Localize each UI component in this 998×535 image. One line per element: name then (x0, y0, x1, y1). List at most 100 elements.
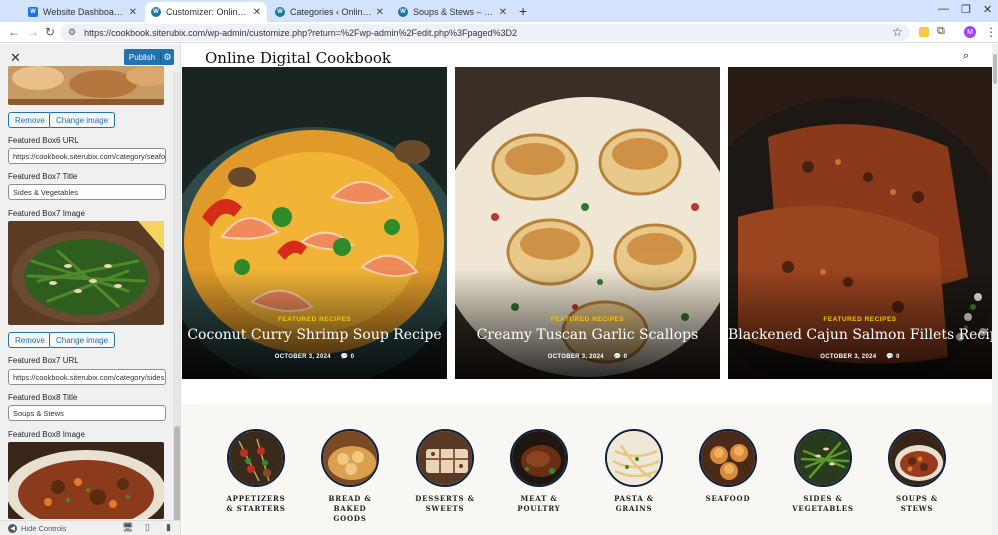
category-item-bread[interactable]: BREAD & BAKED GOODS (310, 429, 390, 524)
category-name[interactable]: SEAFOOD (688, 494, 768, 504)
hide-controls-button[interactable]: ◀ Hide Controls (8, 523, 67, 533)
close-tab-icon[interactable]: ✕ (376, 7, 384, 18)
category-name-line: GOODS (333, 514, 367, 523)
browser-tab-categories[interactable]: W Categories ‹ Online Digital Co ✕ (269, 2, 390, 22)
menu-kebab-icon[interactable]: ⋮ (985, 25, 997, 39)
post-meta: OCTOBER 3, 2024 💬 0 (728, 353, 992, 360)
box6-change-image-button[interactable]: Change image (49, 112, 116, 128)
url-text: https://cookbook.siterubix.com/wp-admin/… (84, 27, 518, 38)
category-name-line: APPETIZERS (226, 494, 286, 503)
category-grid: APPETIZERS & STARTERS BREAD & BAKED GOODS D… (182, 404, 992, 535)
category-name[interactable]: BREAD & BAKED GOODS (310, 494, 390, 524)
back-icon[interactable]: ← (8, 25, 20, 39)
close-tab-icon[interactable]: ✕ (253, 7, 261, 18)
site-title[interactable]: Online Digital Cookbook (205, 49, 391, 67)
category-item-appetizers[interactable]: APPETIZERS & STARTERS (216, 429, 296, 514)
minimize-icon[interactable]: — (938, 3, 949, 15)
wordpress-icon: W (398, 7, 408, 17)
desktop-preview-icon[interactable]: 🖥 (122, 522, 133, 533)
box8-title-label: Featured Box8 Title (8, 393, 78, 402)
box6-remove-button[interactable]: Remove (8, 112, 52, 128)
category-item-seafood[interactable]: SEAFOOD (688, 429, 768, 504)
category-item-pasta[interactable]: PASTA & GRAINS (594, 429, 674, 514)
browser-tab-customizer[interactable]: W Customizer: Online Digital Cook ✕ (145, 2, 267, 22)
category-name[interactable]: DESSERTS & SWEETS (405, 494, 485, 514)
close-tab-icon[interactable]: ✕ (499, 7, 507, 18)
box7-change-image-button[interactable]: Change image (49, 332, 116, 348)
category-item-soups[interactable]: SOUPS & STEWS (877, 429, 957, 514)
post-title[interactable]: Blackened Cajun Salmon Fillets Recipe (728, 327, 992, 343)
box8-image-label: Featured Box8 Image (8, 430, 85, 439)
category-name[interactable]: MEAT & POULTRY (499, 494, 579, 514)
browser-tab-dashboard[interactable]: W Website Dashboard - Wealthy ✕ (22, 2, 143, 22)
extension-icon[interactable] (919, 27, 929, 37)
post-title[interactable]: Coconut Curry Shrimp Soup Recipe (182, 327, 447, 343)
category-name-line: SEAFOOD (705, 494, 751, 503)
comment-icon: 💬 (886, 354, 895, 360)
preview-scrollbar[interactable] (992, 44, 998, 535)
category-name[interactable]: SOUPS & STEWS (877, 494, 957, 514)
profile-avatar[interactable]: M (964, 26, 976, 38)
close-window-icon[interactable]: ✕ (983, 3, 992, 16)
featured-post-card[interactable]: FEATURED RECIPES Coconut Curry Shrimp So… (182, 67, 447, 379)
new-tab-icon[interactable]: + (519, 3, 527, 19)
category-image[interactable] (321, 429, 379, 487)
box8-title-input[interactable]: Soups & Stews (8, 405, 166, 421)
tab-title: Categories ‹ Online Digital Co (290, 7, 372, 17)
box6-url-input[interactable]: https://cookbook.siterubix.com/category/… (8, 148, 166, 164)
category-name-line: PASTA & (614, 494, 654, 503)
category-name[interactable]: SIDES & VEGETABLES (783, 494, 863, 514)
tablet-preview-icon[interactable]: ▯ (145, 522, 150, 533)
post-date: OCTOBER 3, 2024 (820, 354, 877, 360)
box7-image-label: Featured Box7 Image (8, 209, 85, 218)
search-icon[interactable]: ⌕ (963, 50, 969, 63)
publish-button[interactable]: Publish ⚙ (124, 49, 174, 65)
browser-tab-soups[interactable]: W Soups & Stews – Online Digital ✕ (392, 2, 513, 22)
box7-remove-button[interactable]: Remove (8, 332, 52, 348)
restore-icon[interactable]: ❐ (961, 3, 971, 16)
extensions-puzzle-icon[interactable]: ⧉ (937, 25, 945, 38)
category-image[interactable] (699, 429, 757, 487)
category-name-line: STEWS (900, 504, 934, 513)
featured-post-card[interactable]: FEATURED RECIPES Blackened Cajun Salmon … (728, 67, 992, 379)
category-image[interactable] (794, 429, 852, 487)
box7-url-input[interactable]: https://cookbook.siterubix.com/category/… (8, 369, 166, 385)
comment-icon: 💬 (340, 354, 349, 360)
post-category[interactable]: FEATURED RECIPES (182, 316, 447, 323)
category-image[interactable] (227, 429, 285, 487)
featured-post-card[interactable]: FEATURED RECIPES Creamy Tuscan Garlic Sc… (455, 67, 720, 379)
close-customizer-icon[interactable]: ✕ (10, 50, 21, 66)
site-info-icon[interactable]: ⚙ (68, 27, 76, 38)
category-name[interactable]: APPETIZERS & STARTERS (216, 494, 296, 514)
category-image[interactable] (510, 429, 568, 487)
customizer-sidebar: ✕ Publish ⚙ Remove Change image Featured… (0, 44, 181, 535)
publish-settings-gear-icon[interactable]: ⚙ (160, 51, 174, 63)
forward-icon[interactable]: → (27, 25, 39, 39)
tab-title: Website Dashboard - Wealthy (43, 7, 125, 17)
category-name[interactable]: PASTA & GRAINS (594, 494, 674, 514)
hide-controls-label: Hide Controls (21, 523, 67, 533)
category-image[interactable] (416, 429, 474, 487)
mobile-preview-icon[interactable]: ▮ (166, 522, 171, 533)
close-tab-icon[interactable]: ✕ (129, 7, 137, 18)
wealthy-affiliate-icon: W (28, 7, 38, 17)
reload-icon[interactable]: ↻ (45, 25, 55, 39)
post-meta: OCTOBER 3, 2024 💬 0 (182, 353, 447, 360)
category-item-desserts[interactable]: DESSERTS & SWEETS (405, 429, 485, 514)
comment-count: 0 (623, 354, 628, 360)
post-category[interactable]: FEATURED RECIPES (728, 316, 992, 323)
post-title[interactable]: Creamy Tuscan Garlic Scallops (455, 327, 720, 343)
category-item-sides[interactable]: SIDES & VEGETABLES (783, 429, 863, 514)
category-image[interactable] (605, 429, 663, 487)
category-image[interactable] (888, 429, 946, 487)
category-item-meat[interactable]: MEAT & POULTRY (499, 429, 579, 514)
tab-title: Soups & Stews – Online Digital (413, 7, 495, 17)
bookmark-star-icon[interactable]: ☆ (892, 25, 903, 39)
post-category[interactable]: FEATURED RECIPES (455, 316, 720, 323)
box7-title-input[interactable]: Sides & Vegetables (8, 184, 166, 200)
category-name-line: SWEETS (425, 504, 465, 513)
sidebar-scrollbar-thumb[interactable] (174, 426, 180, 526)
preview-scrollbar-thumb[interactable] (993, 54, 997, 84)
address-bar[interactable]: ⚙ https://cookbook.siterubix.com/wp-admi… (60, 24, 910, 41)
card-overlay (455, 269, 720, 379)
